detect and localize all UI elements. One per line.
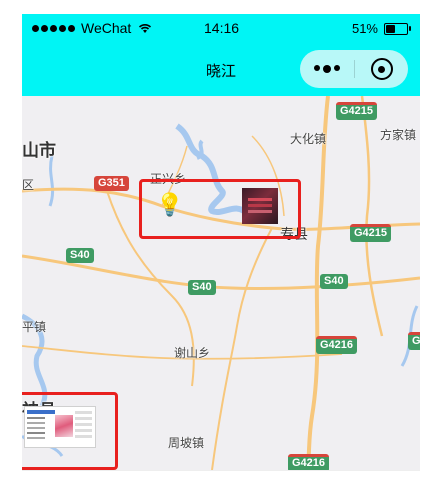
phone-screen: WeChat 14:16 51% 晓江 山市 大化镇 方家镇 区 正兴乡 寿县 … <box>22 14 420 500</box>
nav-bar: 晓江 <box>22 44 420 96</box>
road-shield: S40 <box>188 280 216 295</box>
lightbulb-marker-icon[interactable]: 💡 <box>156 192 183 218</box>
place-label: 谢山乡 <box>174 346 211 360</box>
capsule-menu <box>300 50 408 88</box>
wifi-icon <box>139 24 152 33</box>
battery-percent: 51% <box>351 21 378 36</box>
more-dots-icon[interactable] <box>300 65 354 73</box>
status-bar: WeChat 14:16 51% <box>22 14 420 44</box>
road-shield: G4216 <box>408 332 420 350</box>
bottom-panel <box>22 470 420 500</box>
signal-dots-icon <box>32 24 75 32</box>
place-label: 平镇 <box>22 320 47 334</box>
map-view[interactable]: 山市 大化镇 方家镇 区 正兴乡 寿县 平镇 谢山乡 神县 周坡镇 G4215 … <box>22 96 420 470</box>
place-label: 区 <box>22 178 35 192</box>
place-label: 周坡镇 <box>168 436 205 450</box>
place-label: 方家镇 <box>380 128 417 142</box>
battery-level <box>386 24 395 33</box>
carrier-name: WeChat <box>81 20 132 36</box>
road-shield: G351 <box>94 176 129 191</box>
photo-marker[interactable] <box>242 188 278 224</box>
status-left: WeChat <box>32 20 153 36</box>
status-right: 51% <box>351 21 411 36</box>
close-button[interactable] <box>355 58 408 80</box>
screenshot-marker[interactable] <box>24 406 96 448</box>
road-shield: G4215 <box>336 102 378 120</box>
road-shield: S40 <box>66 248 94 263</box>
status-time: 14:16 <box>204 20 240 36</box>
place-label: 山市 <box>22 141 56 160</box>
battery-icon <box>384 22 411 35</box>
road-shield: G4216 <box>288 454 330 470</box>
road-shield: G4216 <box>316 336 358 354</box>
road-shield: S40 <box>320 274 348 289</box>
place-label: 大化镇 <box>290 132 327 146</box>
target-ring-icon <box>370 58 393 80</box>
road-shield: G4215 <box>350 224 392 242</box>
